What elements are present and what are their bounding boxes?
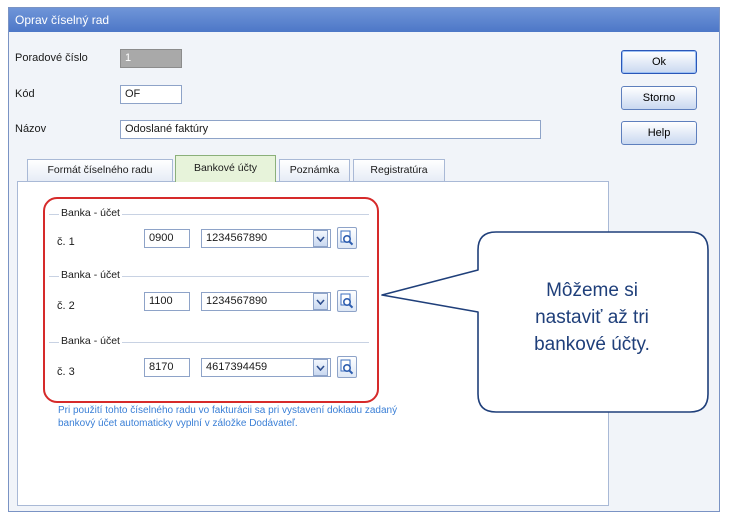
tab-bankove-ucty[interactable]: Bankové účty bbox=[175, 155, 276, 182]
callout-bubble bbox=[381, 231, 709, 413]
callout-text: Môžeme si nastaviť až tri bankové účty. bbox=[474, 277, 710, 358]
callout-line-1: Môžeme si bbox=[546, 280, 638, 301]
callout-line-2: nastaviť až tri bbox=[535, 307, 649, 328]
callout-line-3: bankové účty. bbox=[534, 334, 650, 355]
